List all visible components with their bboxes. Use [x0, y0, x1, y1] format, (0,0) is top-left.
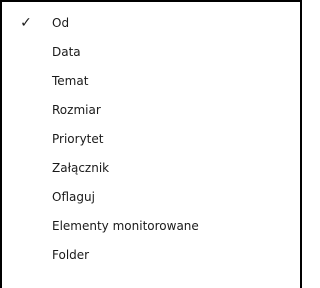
menu-item-elementy-monitorowane[interactable]: Elementy monitorowane	[5, 212, 297, 241]
menu-item-folder[interactable]: Folder	[5, 241, 297, 270]
menu-item-zalacznik[interactable]: Załącznik	[5, 154, 297, 183]
menu-item-priorytet[interactable]: Priorytet	[5, 125, 297, 154]
menu-item-label: Rozmiar	[52, 103, 101, 117]
menu-item-label: Od	[52, 16, 70, 30]
menu-item-label: Temat	[52, 74, 89, 88]
menu-item-oflaguj[interactable]: Oflaguj	[5, 183, 297, 212]
menu-item-od[interactable]: ✓ Od	[5, 9, 297, 38]
menu-item-label: Folder	[52, 248, 90, 262]
menu-item-label: Oflaguj	[52, 190, 95, 204]
menu-item-rozmiar[interactable]: Rozmiar	[5, 96, 297, 125]
menu-item-data[interactable]: Data	[5, 38, 297, 67]
menu-item-label: Data	[52, 45, 81, 59]
menu-item-label: Elementy monitorowane	[52, 219, 199, 233]
menu-item-list: ✓ Od Data Temat Rozmiar Priorytet Załącz…	[5, 9, 297, 270]
menu-item-label: Załącznik	[52, 161, 110, 175]
checkmark-icon: ✓	[20, 15, 32, 31]
menu-item-label: Priorytet	[52, 132, 104, 146]
menu-item-temat[interactable]: Temat	[5, 67, 297, 96]
sort-by-menu: ✓ Od Data Temat Rozmiar Priorytet Załącz…	[0, 0, 302, 288]
